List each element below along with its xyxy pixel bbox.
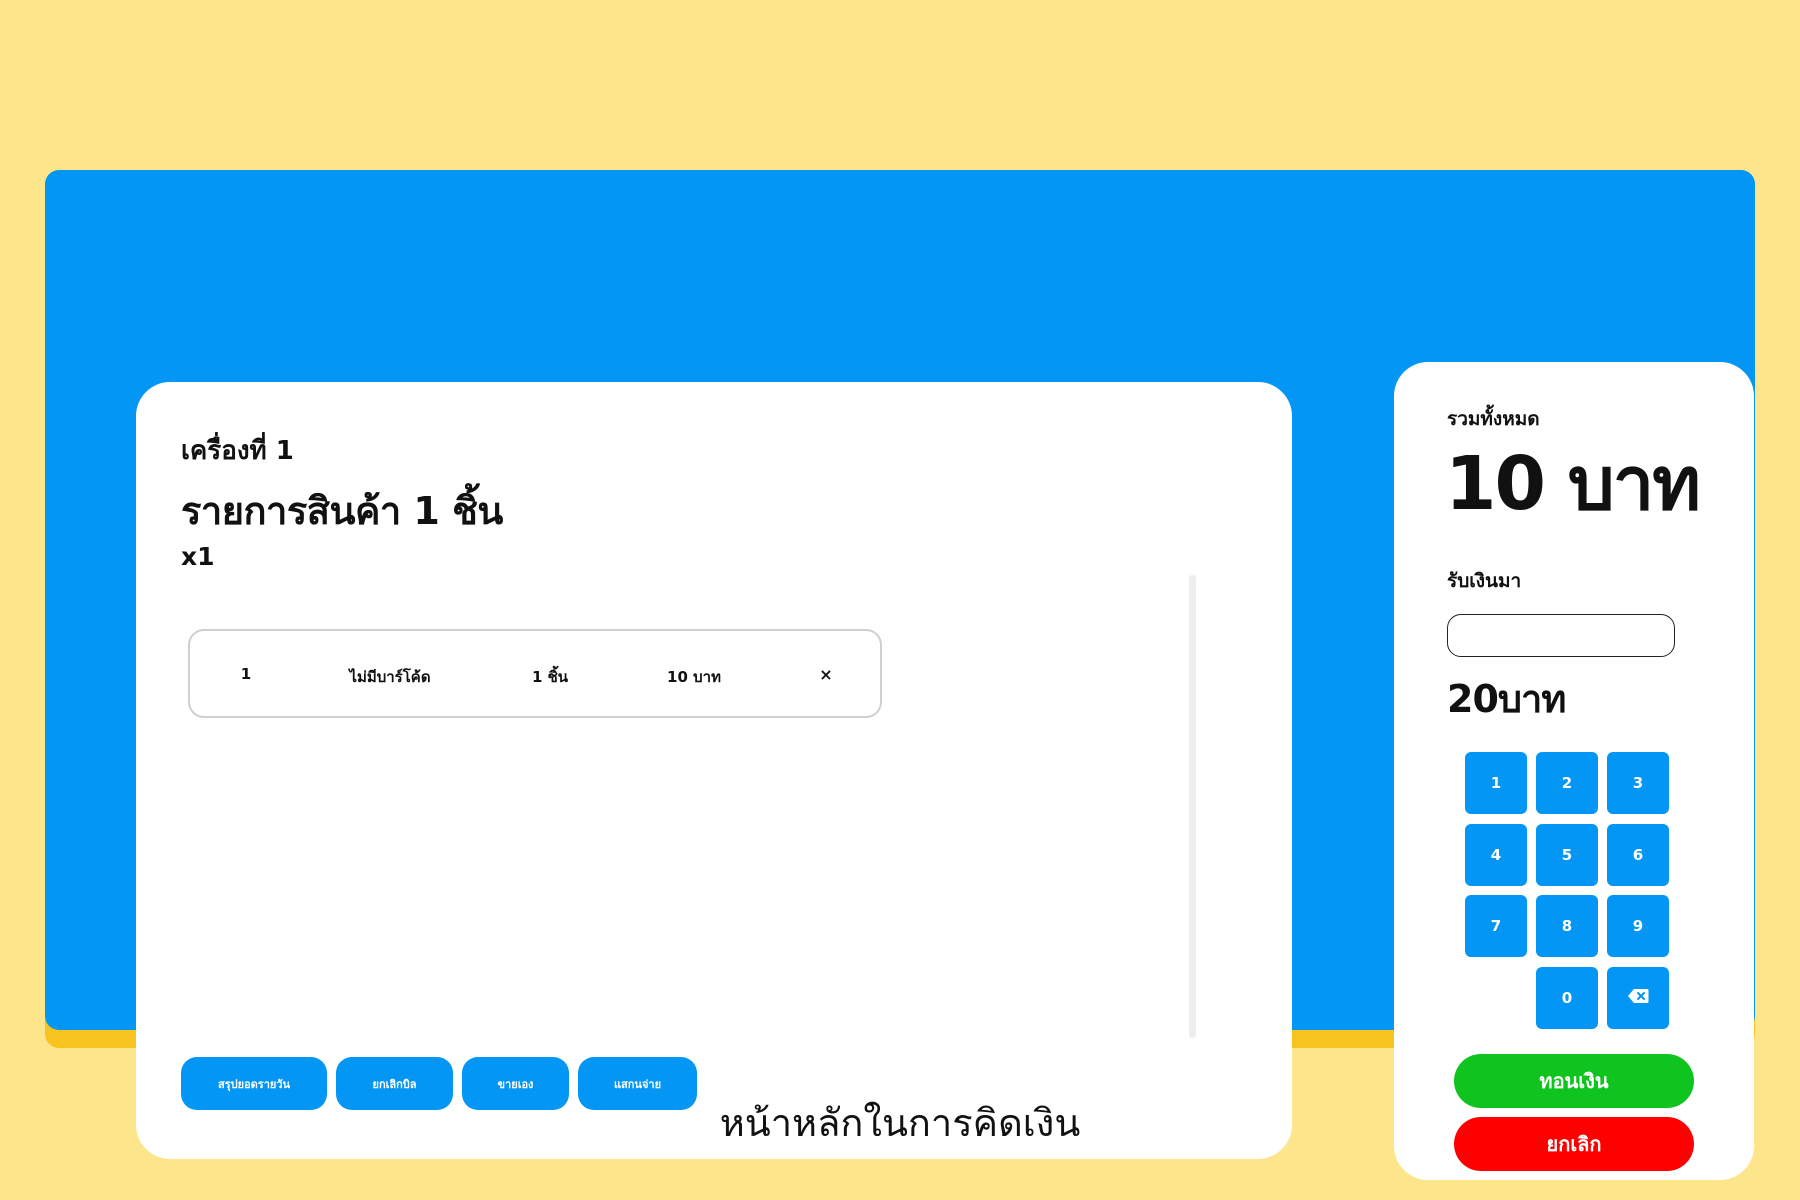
checkout-panel: รวมทั้งหมด 10 บาท รับเงินมา 20บาท 1 2 3 … bbox=[1394, 362, 1754, 1180]
cart-panel: เครื่องที่ 1 รายการสินค้า 1 ชิ้น x1 1 ไม… bbox=[136, 382, 1292, 1159]
key-3[interactable]: 3 bbox=[1607, 752, 1669, 814]
app-frame: เครื่องที่ 1 รายการสินค้า 1 ชิ้น x1 1 ไม… bbox=[45, 170, 1755, 1180]
change-amount: 20บาท bbox=[1447, 677, 1566, 721]
item-price: 10 บาท bbox=[667, 668, 721, 686]
remove-item-close-icon[interactable]: × bbox=[819, 665, 832, 684]
total-amount: 10 บาท bbox=[1445, 441, 1701, 527]
key-4[interactable]: 4 bbox=[1465, 824, 1527, 886]
item-quantity: 1 ชิ้น bbox=[531, 668, 569, 686]
key-1[interactable]: 1 bbox=[1465, 752, 1527, 814]
items-count-title: รายการสินค้า 1 ชิ้น bbox=[181, 489, 503, 533]
key-6[interactable]: 6 bbox=[1607, 824, 1669, 886]
screen-caption: หน้าหลักในการคิดเงิน bbox=[719, 1101, 1081, 1145]
item-barcode: ไม่มีบาร์โค้ด bbox=[349, 668, 431, 686]
received-amount-input[interactable] bbox=[1447, 614, 1675, 657]
terminal-label: เครื่องที่ 1 bbox=[181, 436, 294, 466]
quantity-multiplier: x1 bbox=[181, 542, 215, 571]
key-8[interactable]: 8 bbox=[1536, 895, 1598, 957]
key-0[interactable]: 0 bbox=[1536, 967, 1598, 1029]
cart-scrollbar[interactable] bbox=[1189, 575, 1196, 1038]
total-label: รวมทั้งหมด bbox=[1447, 408, 1540, 430]
key-7[interactable]: 7 bbox=[1465, 895, 1527, 957]
received-label: รับเงินมา bbox=[1447, 570, 1522, 592]
numeric-keypad: 1 2 3 4 5 6 7 8 9 0 bbox=[1465, 752, 1671, 1030]
cart-item-row[interactable]: 1 ไม่มีบาร์โค้ด 1 ชิ้น 10 บาท × bbox=[188, 629, 882, 718]
backspace-key[interactable] bbox=[1607, 967, 1669, 1029]
key-2[interactable]: 2 bbox=[1536, 752, 1598, 814]
key-5[interactable]: 5 bbox=[1536, 824, 1598, 886]
item-index: 1 bbox=[240, 665, 252, 683]
backspace-icon bbox=[1627, 988, 1649, 1008]
key-9[interactable]: 9 bbox=[1607, 895, 1669, 957]
